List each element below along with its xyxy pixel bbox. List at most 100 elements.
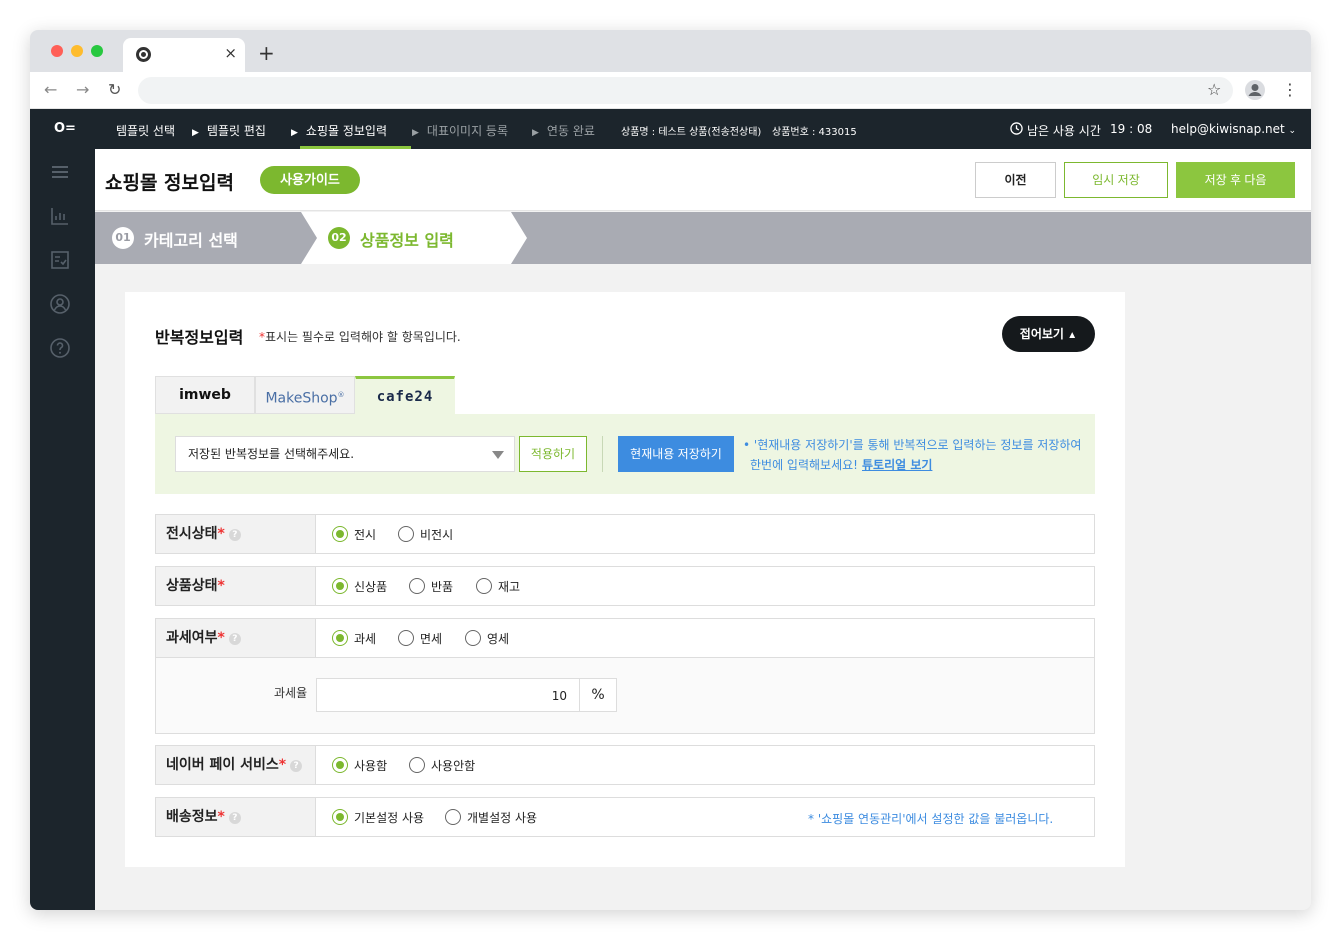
field-tax: 과세여부*? 과세 면세 영세 [155,618,1095,658]
question-icon[interactable]: ? [228,633,241,645]
field-display-status: 전시상태*? 전시 비전시 [155,514,1095,554]
apply-button[interactable]: 적용하기 [519,436,587,472]
field-label: 배송정보*? [156,798,316,836]
question-icon[interactable]: ? [290,760,303,772]
radio-condition-return[interactable]: 반품 [409,578,453,595]
question-icon[interactable]: ? [228,812,241,824]
clock-icon [1010,122,1023,135]
top-navigation: O= 템플릿 선택 ▶ 템플릿 편집 ▶ 쇼핑몰 정보입력 ▶ 대표이미지 등록 ▶ 연… [30,109,1311,149]
account-menu[interactable]: help@kiwisnap.net ⌄ [1171,122,1296,136]
reload-icon[interactable]: ↻ [108,80,121,99]
question-icon[interactable]: ? [228,529,241,541]
back-icon[interactable]: ← [44,80,57,99]
radio-display-on[interactable]: 전시 [332,526,376,543]
progress-step-bar: 01 카테고리 선택 02 상품정보 입력 [95,212,1311,264]
field-product-condition: 상품상태* 신상품 반품 재고 [155,566,1095,606]
tab-close-icon[interactable]: × [224,44,237,62]
page-title: 쇼핑몰 정보입력 [105,172,234,194]
checklist-icon[interactable] [49,249,71,271]
save-current-button[interactable]: 현재내용 저장하기 [618,436,734,472]
radio-checked-icon [332,757,348,773]
browser-menu-icon[interactable]: ⋮ [1282,80,1298,99]
remaining-time-value: 19 : 08 [1110,122,1153,136]
divider [602,436,603,472]
saved-info-select[interactable]: 저장된 반복정보를 선택해주세요. [175,436,515,472]
user-guide-button[interactable]: 사용가이드 [260,166,360,194]
radio-condition-stock[interactable]: 재고 [476,578,520,595]
radio-tax-taxable[interactable]: 과세 [332,630,376,647]
forward-icon[interactable]: → [76,80,89,99]
radio-naverpay-nouse[interactable]: 사용안함 [409,757,475,774]
field-delivery: 배송정보*? 기본설정 사용 개별설정 사용 * '쇼핑몰 연동관리'에서 설정… [155,797,1095,837]
dropdown-arrow-icon [492,451,504,459]
arrow-right-icon: ▶ [291,128,298,138]
radio-unchecked-icon [409,757,425,773]
new-tab-icon[interactable]: + [258,41,275,65]
radio-display-off[interactable]: 비전시 [398,526,453,543]
browser-window: × + ← → ↻ ☆ ⋮ O= 템플릿 선택 ▶ 템플릿 편집 ▶ 쇼핑몰 정보입… [30,30,1311,910]
chart-icon[interactable] [49,205,71,227]
url-input[interactable] [138,77,1233,104]
tab-makeshop[interactable]: MakeShop® [255,376,355,414]
section-title: 반복정보입력 [155,328,244,347]
radio-unchecked-icon [465,630,481,646]
page-header: 쇼핑몰 정보입력 사용가이드 이전 임시 저장 저장 후 다음 [95,149,1311,211]
field-label: 전시상태*? [156,515,316,553]
arrow-right-icon: ▶ [412,128,419,138]
browser-tab[interactable]: × [123,38,245,72]
step-product-info[interactable]: 02 상품정보 입력 [317,212,517,264]
bookmark-star-icon[interactable]: ☆ [1207,80,1221,99]
arrow-right-icon: ▶ [532,128,539,138]
profile-icon[interactable] [1244,79,1266,101]
chrome-icon [136,47,151,62]
tax-rate-box: 과세율 10 % [155,658,1095,734]
save-next-button[interactable]: 저장 후 다음 [1176,162,1295,198]
nav-step-template-edit[interactable]: ▶ 템플릿 편집 [192,122,266,139]
browser-tab-bar: × + [30,30,1311,72]
tip-text-2: 한번에 입력해보세요! 튜토리얼 보기 [750,458,933,472]
address-bar: ← → ↻ ☆ ⋮ [30,72,1311,109]
nav-step-main-image[interactable]: ▶ 대표이미지 등록 [412,122,508,139]
radio-unchecked-icon [398,526,414,542]
tutorial-link[interactable]: 튜토리얼 보기 [862,458,932,472]
radio-tax-zero[interactable]: 영세 [465,630,509,647]
step-category-select[interactable]: 01 카테고리 선택 [95,212,305,264]
tab-cafe24[interactable]: cafe24 [355,376,455,414]
tip-text: • '현재내용 저장하기'를 통해 반복적으로 입력하는 정보를 저장하여 [743,438,1082,452]
nav-step-template-select[interactable]: 템플릿 선택 [116,122,175,139]
close-window-icon[interactable] [51,45,63,57]
logo[interactable]: O= [54,121,76,136]
tax-rate-unit: % [579,678,617,712]
radio-delivery-default[interactable]: 기본설정 사용 [332,809,424,826]
radio-unchecked-icon [398,630,414,646]
radio-checked-icon [332,809,348,825]
radio-condition-new[interactable]: 신상품 [332,578,387,595]
product-number: 상품번호 : 433015 [772,127,857,138]
caret-up-icon: ▲ [1067,330,1078,341]
arrow-right-icon: ▶ [192,128,199,138]
field-label: 상품상태* [156,567,316,605]
tab-imweb[interactable]: imweb [155,376,255,414]
maximize-window-icon[interactable] [91,45,103,57]
nav-step-shop-info[interactable]: ▶ 쇼핑몰 정보입력 [291,122,387,139]
user-icon[interactable] [49,293,71,315]
radio-unchecked-icon [409,578,425,594]
radio-tax-exempt[interactable]: 면세 [398,630,442,647]
nav-step-complete[interactable]: ▶ 연동 완료 [532,122,595,139]
radio-delivery-custom[interactable]: 개별설정 사용 [445,809,537,826]
temp-save-button[interactable]: 임시 저장 [1064,162,1168,198]
sidebar [30,149,95,910]
tax-rate-input[interactable]: 10 [316,678,580,712]
minimize-window-icon[interactable] [71,45,83,57]
remaining-time-label: 남은 사용 시간 [1027,124,1101,138]
prev-button[interactable]: 이전 [975,162,1056,198]
list-icon[interactable] [49,161,71,183]
collapse-button[interactable]: 접어보기 ▲ [1002,316,1095,352]
field-naver-pay: 네이버 페이 서비스*? 사용함 사용안함 [155,745,1095,785]
radio-naverpay-use[interactable]: 사용함 [332,757,387,774]
help-icon[interactable] [49,337,71,359]
chevron-down-icon: ⌄ [1288,126,1297,136]
radio-unchecked-icon [445,809,461,825]
radio-checked-icon [332,526,348,542]
required-note: *표시는 필수로 입력해야 할 항목입니다. [259,330,461,344]
